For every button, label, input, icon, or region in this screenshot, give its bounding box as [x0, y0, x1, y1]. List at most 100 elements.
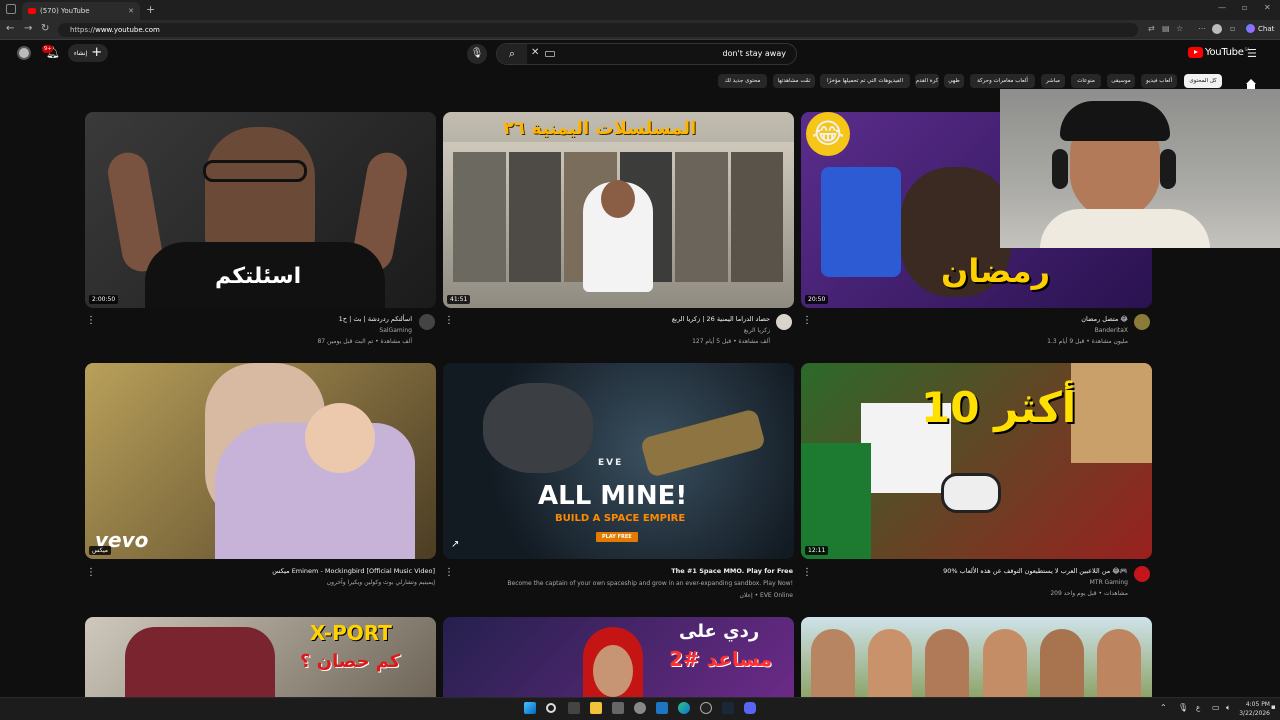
url-prefix: https:// — [70, 26, 96, 34]
steam-icon[interactable] — [722, 702, 734, 714]
chip-watched[interactable]: تمّت مشاهدتها — [773, 74, 815, 88]
chip-video-games[interactable]: ألعاب فيديو — [1141, 74, 1177, 88]
reload-icon[interactable]: ↻ — [41, 23, 49, 34]
play-free-button[interactable]: PLAY FREE — [596, 532, 638, 542]
ad-sponsor: إعلان • EVE Online — [739, 592, 793, 599]
channel-avatar[interactable] — [1134, 314, 1150, 330]
network-icon[interactable]: ▭ — [1212, 703, 1220, 712]
voice-search-mic-icon[interactable]: 🎙︎ — [467, 44, 487, 64]
youtube-play-icon — [1188, 47, 1203, 58]
channel-avatar[interactable] — [419, 314, 435, 330]
video-title[interactable]: 90% من اللاعبين العرب لا يستطيعون التوقف… — [943, 567, 1128, 575]
keyboard-icon[interactable] — [545, 51, 555, 57]
search-button-icon[interactable]: ⌕ — [497, 44, 527, 64]
clock-time[interactable]: 4:05 PM — [1238, 701, 1270, 708]
minimize-icon[interactable]: — — [1218, 3, 1226, 12]
chip-new-to-you[interactable]: محتوى جديد لك — [718, 74, 767, 88]
mail-icon[interactable] — [656, 702, 668, 714]
notification-center-icon[interactable]: ▪ — [1271, 703, 1276, 711]
close-tab-icon[interactable]: ✕ — [128, 7, 134, 15]
extension-icon[interactable]: ▫ — [1230, 24, 1235, 33]
reader-icon[interactable]: ▤ — [1162, 24, 1170, 33]
gamepad-icon — [941, 473, 1001, 513]
maximize-icon[interactable]: ▫ — [1242, 3, 1247, 12]
task-view-icon[interactable] — [568, 702, 580, 714]
more-actions-icon[interactable]: ⋮ — [86, 568, 96, 578]
thumbnail-overlay-text: رمضان — [941, 252, 1051, 290]
tray-chevron-icon[interactable]: ⌃ — [1160, 703, 1167, 712]
account-avatar[interactable] — [17, 46, 31, 60]
more-actions-icon[interactable]: ⋮ — [444, 316, 454, 326]
video-thumbnail[interactable]: اسئلتكم 2:00:50 — [85, 112, 436, 308]
volume-icon[interactable]: 🔈︎ — [1226, 703, 1231, 713]
new-tab-icon[interactable]: + — [146, 3, 155, 16]
github-icon[interactable] — [700, 702, 712, 714]
more-actions-icon[interactable]: ⋮ — [86, 316, 96, 326]
file-explorer-icon[interactable] — [590, 702, 602, 714]
video-thumbnail[interactable]: أكثر 10 12:11 — [801, 363, 1152, 559]
video-channel[interactable]: SalGaming — [379, 327, 412, 334]
discord-icon[interactable] — [744, 702, 756, 714]
profile-icon[interactable] — [1212, 24, 1222, 34]
ad-description: Become the captain of your own spaceship… — [507, 580, 793, 587]
youtube-logo[interactable]: YouTube SA — [1188, 47, 1250, 58]
search-box[interactable]: ⌕ ✕ don't stay away — [496, 43, 797, 65]
language-indicator[interactable]: ع — [1196, 704, 1200, 712]
more-actions-icon[interactable]: ⋮ — [802, 568, 812, 578]
video-channel[interactable]: زكريا الربع — [744, 327, 770, 334]
video-thumbnail[interactable]: EVE ALL MINE! BUILD A SPACE EMPIRE PLAY … — [443, 363, 794, 559]
video-thumbnail[interactable]: ردي على مساعد #2 — [443, 617, 794, 697]
video-channel[interactable]: MTR Gaming — [1090, 579, 1128, 586]
video-thumbnail[interactable]: X-PORT كم حصان ؟ — [85, 617, 436, 697]
video-title[interactable]: اسألتكم ردردشة | بث | ح1 — [339, 315, 412, 323]
search-input[interactable]: don't stay away — [723, 49, 787, 58]
close-window-icon[interactable]: ✕ — [1264, 3, 1271, 12]
edge-icon[interactable] — [678, 702, 690, 714]
video-thumbnail[interactable]: المسلسلات اليمنية ٢٦ 41:51 — [443, 112, 794, 308]
chip-action-adventure[interactable]: ألعاب مغامرات وحركة — [970, 74, 1035, 88]
home-icon[interactable] — [1246, 79, 1256, 89]
clock-date[interactable]: 3/22/2026 — [1238, 710, 1270, 717]
star-icon[interactable]: ☆ — [1176, 24, 1183, 33]
chip-cooking[interactable]: طهي — [944, 74, 964, 88]
url-field[interactable]: https://www.youtube.com — [58, 23, 1138, 37]
chip-all[interactable]: كل المحتوى — [1184, 74, 1222, 88]
store-icon[interactable] — [612, 702, 624, 714]
mix-badge: ميكس — [89, 546, 111, 555]
more-icon[interactable]: ⋯ — [1198, 24, 1206, 33]
hamburger-menu-icon[interactable]: ☰ — [1247, 47, 1257, 60]
video-duration: 2:00:50 — [89, 295, 119, 304]
chat-button[interactable]: Chat — [1246, 24, 1274, 33]
chip-music[interactable]: موسيقى — [1107, 74, 1135, 88]
browser-tab[interactable]: (570) YouTube ✕ — [22, 2, 140, 20]
video-title[interactable]: The #1 Space MMO. Play for Free — [671, 567, 793, 575]
channel-avatar[interactable] — [776, 314, 792, 330]
microphone-tray-icon[interactable]: 🎙︎ — [1178, 703, 1188, 712]
video-channel[interactable]: إيمينيم وتشارلي بوث وكولين ويكيرا وآخرون — [327, 579, 435, 586]
more-actions-icon[interactable]: ⋮ — [444, 568, 454, 578]
open-external-icon[interactable]: ↗ — [451, 539, 459, 550]
search-icon[interactable] — [546, 703, 556, 713]
chip-live[interactable]: مباشر — [1041, 74, 1065, 88]
video-thumbnail[interactable]: vevo ميكس — [85, 363, 436, 559]
chip-football[interactable]: كرة القدم — [915, 74, 939, 88]
start-icon[interactable] — [524, 702, 536, 714]
chip-variety[interactable]: منوعات — [1071, 74, 1101, 88]
video-thumbnail[interactable] — [801, 617, 1152, 697]
obs-icon[interactable] — [634, 702, 646, 714]
translate-icon[interactable]: ⇄ — [1148, 24, 1155, 33]
video-title[interactable]: ميكس Eminem - Mockingbird [Official Musi… — [272, 567, 435, 575]
clear-search-icon[interactable]: ✕ — [531, 47, 539, 58]
video-title[interactable]: حصاد الدراما اليمنية 26 | زكريا الربع — [672, 315, 770, 323]
webcam-overlay — [1000, 89, 1280, 248]
create-button[interactable]: إنشاء + — [68, 44, 108, 62]
channel-avatar[interactable] — [1134, 566, 1150, 582]
forward-icon[interactable]: → — [24, 23, 32, 34]
video-meta: 1.3 مليون مشاهدة • قبل 9 أيام — [1047, 338, 1128, 345]
chip-recently-uploaded[interactable]: الفيديوهات التي تم تحميلها مؤخرًا — [820, 74, 910, 88]
browser-menu-icon[interactable] — [6, 4, 16, 14]
more-actions-icon[interactable]: ⋮ — [802, 316, 812, 326]
video-title[interactable]: متصل رمضان 😂 — [1081, 315, 1128, 323]
back-icon[interactable]: ← — [6, 23, 14, 34]
video-channel[interactable]: BanderitaX — [1095, 327, 1128, 334]
